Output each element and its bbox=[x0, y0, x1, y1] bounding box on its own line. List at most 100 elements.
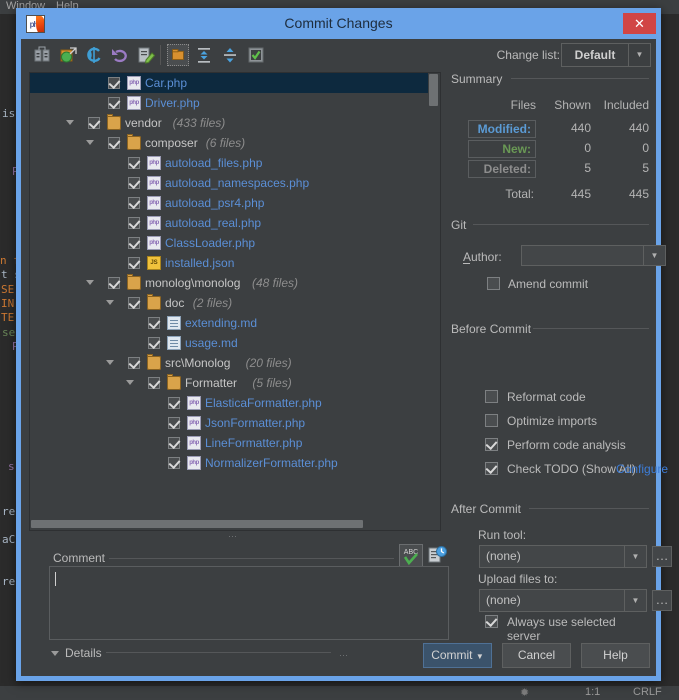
help-button[interactable]: Help bbox=[581, 643, 650, 668]
code-token: re bbox=[2, 575, 16, 588]
tree-row[interactable]: php ClassLoader.php bbox=[30, 233, 428, 253]
tree-row-label: autoload_files.php bbox=[165, 156, 263, 170]
tree-row-checkbox[interactable] bbox=[128, 177, 140, 189]
tree-row-checkbox[interactable] bbox=[108, 77, 120, 89]
tree-row-checkbox[interactable] bbox=[128, 237, 140, 249]
tree-row[interactable]: php JsonFormatter.php bbox=[30, 413, 428, 433]
tree-horizontal-scroll-thumb[interactable] bbox=[31, 520, 363, 528]
close-icon[interactable]: ✕ bbox=[623, 13, 656, 34]
splitter-grip-vertical[interactable]: ⋯ bbox=[228, 532, 238, 541]
revert-icon[interactable] bbox=[109, 44, 131, 66]
chevron-down-icon[interactable] bbox=[86, 279, 95, 288]
tree-row[interactable]: extending.md bbox=[30, 313, 428, 333]
tree-vertical-scrollbar[interactable] bbox=[428, 74, 439, 529]
changelist-dropdown[interactable]: Default ▼ bbox=[561, 43, 651, 67]
tree-row-checkbox[interactable] bbox=[148, 317, 160, 329]
upload-files-dropdown[interactable]: (none) ▼ bbox=[479, 589, 647, 612]
edit-source-icon[interactable] bbox=[135, 44, 157, 66]
tree-row[interactable]: php autoload_files.php bbox=[30, 153, 428, 173]
changed-files-tree[interactable]: php Car.php php Driver.php vendor (433 files)… bbox=[29, 72, 441, 531]
tree-row-checkbox[interactable] bbox=[108, 97, 120, 109]
upload-files-value: (none) bbox=[486, 593, 521, 607]
summary-divider bbox=[511, 78, 649, 79]
cancel-button[interactable]: Cancel bbox=[502, 643, 571, 668]
tree-row[interactable]: php autoload_psr4.php bbox=[30, 193, 428, 213]
chevron-down-icon[interactable] bbox=[86, 139, 95, 148]
tree-row-checkbox[interactable] bbox=[108, 137, 120, 149]
collapse-all-icon[interactable] bbox=[219, 44, 241, 66]
tree-row-label: vendor bbox=[125, 116, 162, 130]
group-by-directory-icon[interactable] bbox=[167, 44, 189, 66]
dialog-title-bar[interactable]: php Commit Changes ✕ bbox=[16, 8, 661, 39]
tree-row-label: Car.php bbox=[145, 76, 188, 90]
tree-row[interactable]: php Driver.php bbox=[30, 93, 428, 113]
commit-button[interactable]: Commit ▼ bbox=[423, 643, 492, 668]
tree-row[interactable]: JS installed.json bbox=[30, 253, 428, 273]
author-dropdown[interactable]: ▼ bbox=[521, 245, 666, 266]
run-tool-dropdown[interactable]: (none) ▼ bbox=[479, 545, 647, 568]
php-file-icon: php bbox=[187, 436, 201, 450]
tree-row-checkbox[interactable] bbox=[148, 337, 160, 349]
run-tool-browse-button[interactable]: … bbox=[652, 546, 672, 567]
tree-horizontal-scrollbar[interactable] bbox=[31, 519, 427, 529]
tree-row-checkbox[interactable] bbox=[168, 397, 180, 409]
tree-row[interactable]: usage.md bbox=[30, 333, 428, 353]
tree-row[interactable]: php NormalizerFormatter.php bbox=[30, 453, 428, 473]
amend-commit-checkbox[interactable] bbox=[487, 277, 500, 290]
tree-row-label: Formatter bbox=[185, 376, 238, 390]
upload-files-browse-button[interactable]: … bbox=[652, 590, 672, 611]
abc-spellcheck-icon[interactable]: ABC bbox=[399, 544, 423, 568]
reformat-code-checkbox[interactable] bbox=[485, 390, 498, 403]
chevron-down-icon[interactable] bbox=[66, 119, 75, 128]
tree-row-checkbox[interactable] bbox=[128, 357, 140, 369]
tree-vertical-scroll-thumb[interactable] bbox=[429, 74, 438, 106]
tree-row-checkbox[interactable] bbox=[128, 217, 140, 229]
folder-file-icon bbox=[127, 134, 141, 150]
chevron-down-icon[interactable] bbox=[106, 299, 115, 308]
tree-row-checkbox[interactable] bbox=[128, 257, 140, 269]
perform-code-analysis-checkbox[interactable] bbox=[485, 438, 498, 451]
chevron-down-icon[interactable] bbox=[126, 379, 135, 388]
tree-row-checkbox[interactable] bbox=[88, 117, 100, 129]
tree-row-checkbox[interactable] bbox=[108, 277, 120, 289]
tree-row[interactable]: monolog\monolog (48 files) bbox=[30, 273, 428, 293]
tree-row[interactable]: src\Monolog (20 files) bbox=[30, 353, 428, 373]
tree-row-checkbox[interactable] bbox=[128, 157, 140, 169]
tree-row[interactable]: vendor (433 files) bbox=[30, 113, 428, 133]
code-token: SE bbox=[1, 283, 15, 296]
tree-row[interactable]: php LineFormatter.php bbox=[30, 433, 428, 453]
comment-input[interactable] bbox=[49, 566, 449, 640]
chevron-down-icon[interactable] bbox=[106, 359, 115, 368]
tree-row[interactable]: Formatter (5 files) bbox=[30, 373, 428, 393]
md-file-icon bbox=[167, 336, 181, 350]
chevron-down-icon: ▼ bbox=[624, 590, 646, 611]
refresh-icon[interactable] bbox=[83, 44, 105, 66]
comment-history-icon[interactable] bbox=[427, 545, 447, 566]
tree-row[interactable]: php ElasticaFormatter.php bbox=[30, 393, 428, 413]
tree-row-file-count: (5 files) bbox=[252, 376, 292, 390]
check-todo-checkbox[interactable] bbox=[485, 462, 498, 475]
tree-row[interactable]: php autoload_real.php bbox=[30, 213, 428, 233]
tree-row[interactable]: php Car.php bbox=[30, 73, 428, 93]
tree-row[interactable]: php autoload_namespaces.php bbox=[30, 173, 428, 193]
status-line-separator[interactable]: CRLF bbox=[633, 686, 662, 698]
tree-row-checkbox[interactable] bbox=[128, 197, 140, 209]
tree-row-label: monolog\monolog bbox=[145, 276, 241, 290]
expand-all-icon[interactable] bbox=[193, 44, 215, 66]
tree-row-checkbox[interactable] bbox=[168, 457, 180, 469]
php-file-icon: php bbox=[127, 76, 141, 90]
show-diff-icon[interactable] bbox=[31, 44, 53, 66]
tree-row[interactable]: doc (2 files) bbox=[30, 293, 428, 313]
move-to-changelist-icon[interactable] bbox=[57, 44, 79, 66]
tree-row-checkbox[interactable] bbox=[148, 377, 160, 389]
always-use-selected-server-checkbox[interactable] bbox=[485, 615, 498, 628]
tree-row-checkbox[interactable] bbox=[168, 417, 180, 429]
tree-row-file-count: (48 files) bbox=[252, 276, 299, 290]
tree-row[interactable]: composer (6 files) bbox=[30, 133, 428, 153]
tree-row-checkbox[interactable] bbox=[168, 437, 180, 449]
optimize-imports-checkbox[interactable] bbox=[485, 414, 498, 427]
configure-link[interactable]: Configure bbox=[616, 462, 668, 476]
select-all-icon[interactable] bbox=[245, 44, 267, 66]
commit-options-panel: Summary Files Shown Included Modified: 4… bbox=[451, 72, 672, 643]
tree-row-checkbox[interactable] bbox=[128, 297, 140, 309]
